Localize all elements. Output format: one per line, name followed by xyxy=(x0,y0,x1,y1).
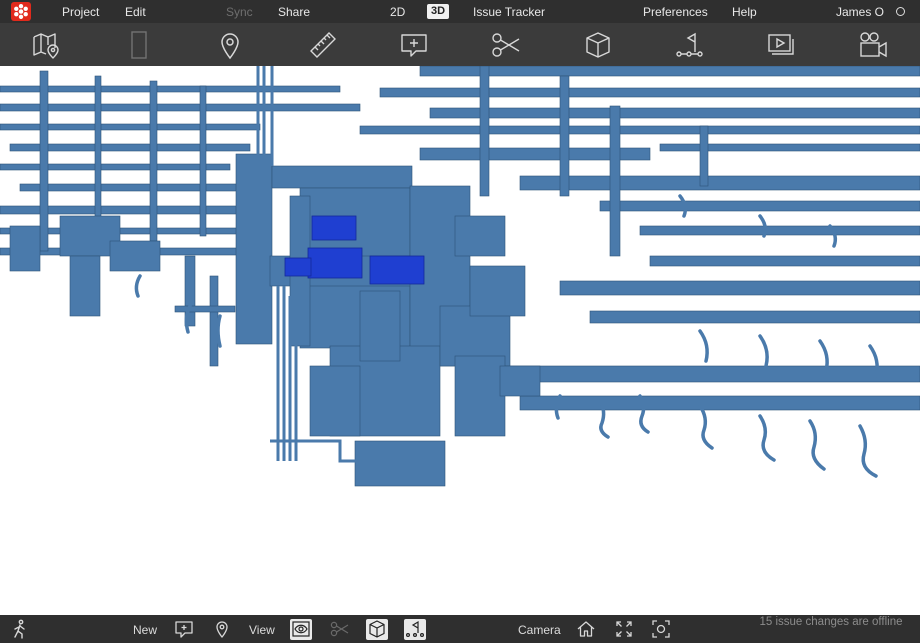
offline-status-message: 15 issue changes are offline xyxy=(759,616,903,628)
walk-mode-icon[interactable] xyxy=(10,619,30,639)
focus-target-icon[interactable] xyxy=(651,619,671,639)
view-2d-toggle[interactable]: 2D xyxy=(390,5,405,19)
tool-bar xyxy=(0,23,920,66)
menu-edit[interactable]: Edit xyxy=(125,5,146,19)
location-pin-icon[interactable] xyxy=(215,30,245,60)
ruler-icon[interactable] xyxy=(308,30,338,60)
box-view-icon[interactable] xyxy=(366,619,388,640)
menu-project[interactable]: Project xyxy=(62,5,99,19)
bottom-bar: New View Camera 15 issue changes are off… xyxy=(0,615,920,643)
menu-bar: Project Edit Sync Share 2D 3D Issue Trac… xyxy=(0,0,920,23)
new-label: New xyxy=(133,623,158,637)
new-location-icon[interactable] xyxy=(212,619,232,639)
media-icon[interactable] xyxy=(766,30,796,60)
path-flag-icon[interactable] xyxy=(675,30,705,60)
cube-icon[interactable] xyxy=(583,30,613,60)
scissors-icon[interactable] xyxy=(491,30,521,60)
visibility-icon[interactable] xyxy=(290,619,312,640)
fit-to-view-icon[interactable] xyxy=(614,619,634,639)
menu-preferences[interactable]: Preferences xyxy=(643,5,708,19)
app-logo-icon[interactable] xyxy=(11,2,31,21)
menu-issue-tracker[interactable]: Issue Tracker xyxy=(473,5,545,19)
route-view-icon[interactable] xyxy=(404,619,426,640)
section-cut-icon xyxy=(330,619,350,639)
3d-model-viewport[interactable] xyxy=(0,66,920,615)
new-comment-icon[interactable] xyxy=(174,619,194,639)
camera-label: Camera xyxy=(518,623,561,637)
home-icon[interactable] xyxy=(576,619,596,639)
user-status-icon[interactable] xyxy=(896,7,905,16)
menu-help[interactable]: Help xyxy=(732,5,757,19)
menu-share[interactable]: Share xyxy=(278,5,310,19)
video-camera-icon[interactable] xyxy=(858,30,888,60)
view-label: View xyxy=(249,623,275,637)
add-comment-icon[interactable] xyxy=(399,30,429,60)
menu-sync: Sync xyxy=(226,5,253,19)
bim-model-render[interactable] xyxy=(0,66,920,615)
user-name[interactable]: James O xyxy=(836,5,884,19)
map-pin-icon[interactable] xyxy=(31,30,61,60)
door-icon xyxy=(124,30,154,60)
view-3d-toggle[interactable]: 3D xyxy=(427,4,449,19)
